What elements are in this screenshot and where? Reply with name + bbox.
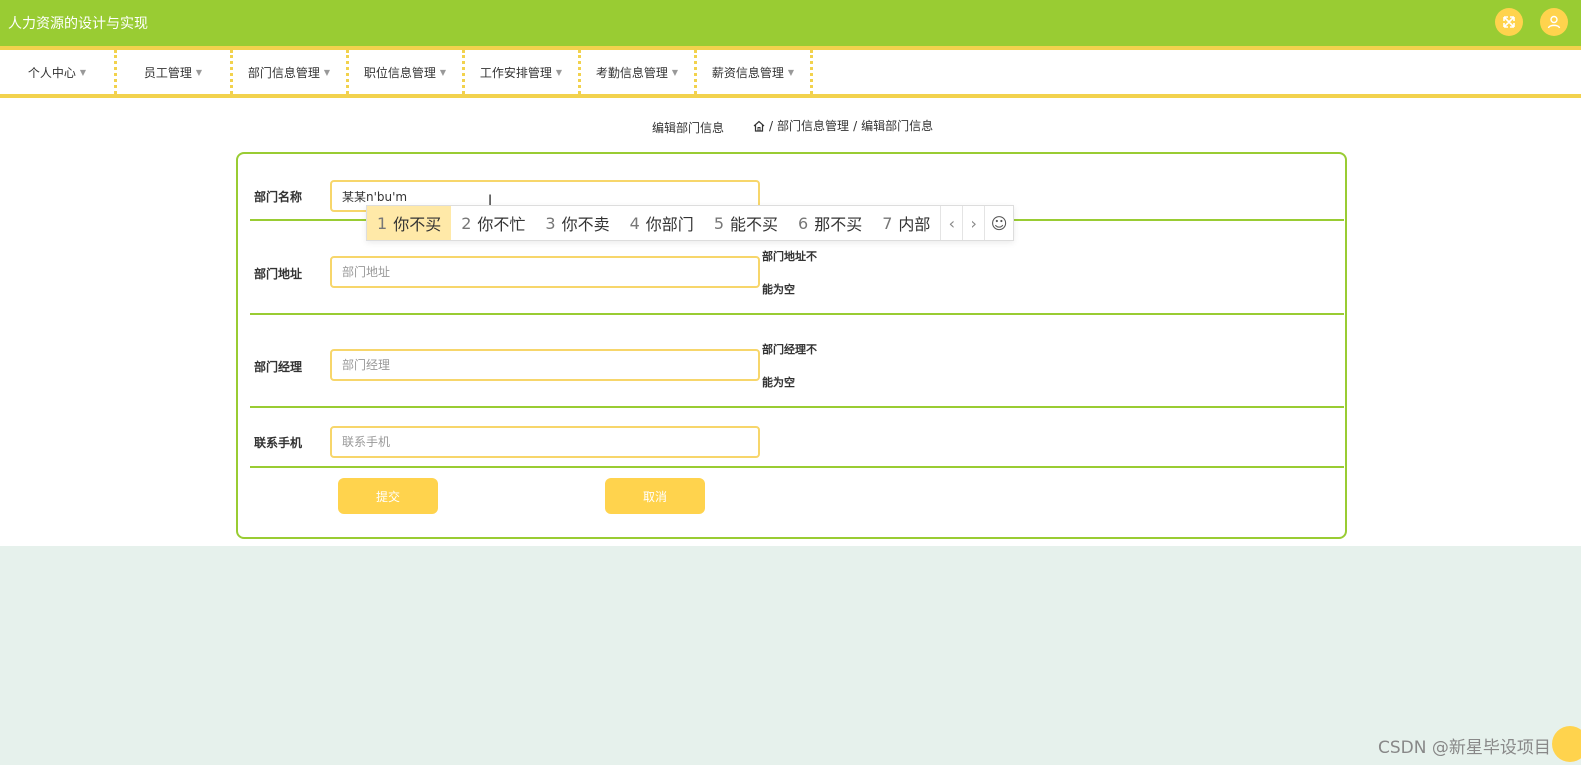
floating-button[interactable] bbox=[1552, 726, 1581, 762]
breadcrumb-item-department[interactable]: 部门信息管理 bbox=[777, 117, 849, 134]
nav-item-employee[interactable]: 员工管理 ▼ bbox=[116, 50, 230, 94]
ime-candidate[interactable]: 1 你不买 bbox=[367, 206, 452, 240]
chevron-down-icon: ▼ bbox=[439, 67, 447, 77]
chevron-down-icon: ▼ bbox=[555, 67, 563, 77]
field-label-dept-name: 部门名称 bbox=[254, 190, 303, 204]
nav-item-label: 个人中心 bbox=[27, 65, 76, 80]
phone-input[interactable] bbox=[330, 426, 760, 458]
chevron-down-icon: ▼ bbox=[195, 67, 203, 77]
field-label-dept-manager: 部门经理 bbox=[254, 360, 303, 374]
dept-manager-error: 部门经理不 bbox=[762, 343, 817, 356]
nav-item-label: 工作安排管理 bbox=[479, 65, 552, 80]
submit-button[interactable]: 提交 bbox=[338, 478, 438, 514]
app-title: 人力资源的设计与实现 bbox=[8, 16, 148, 32]
ime-next-icon[interactable]: › bbox=[962, 206, 984, 240]
nav-item-attendance[interactable]: 考勤信息管理 ▼ bbox=[580, 50, 694, 94]
dept-manager-input[interactable] bbox=[330, 349, 760, 381]
field-label-dept-address: 部门地址 bbox=[254, 267, 303, 281]
user-icon[interactable] bbox=[1540, 8, 1568, 36]
nav-item-department[interactable]: 部门信息管理 ▼ bbox=[232, 50, 346, 94]
field-label-phone: 联系手机 bbox=[254, 436, 303, 450]
ime-candidate[interactable]: 4 你部门 bbox=[620, 206, 704, 240]
field-divider bbox=[250, 406, 1344, 408]
nav-item-work-schedule[interactable]: 工作安排管理 ▼ bbox=[464, 50, 578, 94]
nav-item-personal-center[interactable]: 个人中心 ▼ bbox=[0, 50, 114, 94]
breadcrumb: / 部门信息管理 / 编辑部门信息 bbox=[753, 117, 933, 134]
watermark: CSDN @新星毕设项目 bbox=[1378, 738, 1551, 758]
breadcrumb-item-edit: 编辑部门信息 bbox=[861, 119, 934, 133]
fullscreen-icon[interactable] bbox=[1495, 8, 1523, 36]
nav-item-label: 考勤信息管理 bbox=[595, 65, 668, 80]
nav-divider bbox=[810, 50, 813, 94]
ime-candidate-bar: 1 你不买 2 你不忙 3 你不卖 4 你部门 5 能不买 6 那不买 7 内部 ‹ › ☺ bbox=[366, 205, 1014, 241]
emoji-icon[interactable]: ☺ bbox=[984, 206, 1013, 240]
ime-candidate[interactable]: 7 内部 bbox=[872, 206, 940, 240]
chevron-down-icon: ▼ bbox=[79, 67, 87, 77]
dept-address-error: 部门地址不 bbox=[762, 250, 817, 263]
nav-item-salary[interactable]: 薪资信息管理 ▼ bbox=[696, 50, 810, 94]
nav-item-label: 薪资信息管理 bbox=[711, 65, 784, 80]
chevron-down-icon: ▼ bbox=[671, 67, 679, 77]
page-title: 编辑部门信息 bbox=[652, 121, 725, 135]
chevron-down-icon: ▼ bbox=[323, 67, 331, 77]
dept-manager-error-cont: 能为空 bbox=[762, 376, 795, 389]
nav-item-label: 职位信息管理 bbox=[363, 65, 436, 80]
main-nav: 个人中心 ▼ 员工管理 ▼ 部门信息管理 ▼ 职位信息管理 ▼ 工作安排管理 ▼ 考勤信息… bbox=[0, 50, 1581, 94]
ime-candidate[interactable]: 6 那不买 bbox=[788, 206, 872, 240]
nav-item-label: 员工管理 bbox=[143, 65, 192, 80]
ime-prev-icon[interactable]: ‹ bbox=[940, 206, 962, 240]
dept-address-error-cont: 能为空 bbox=[762, 283, 795, 296]
ime-candidate[interactable]: 3 你不卖 bbox=[535, 206, 619, 240]
nav-item-label: 部门信息管理 bbox=[247, 65, 320, 80]
cancel-button[interactable]: 取消 bbox=[605, 478, 705, 514]
top-bar: 人力资源的设计与实现 bbox=[0, 0, 1581, 46]
field-divider bbox=[250, 466, 1344, 468]
ime-candidate[interactable]: 2 你不忙 bbox=[451, 206, 535, 240]
breadcrumb-separator: / bbox=[853, 118, 858, 133]
dept-address-input[interactable] bbox=[330, 256, 760, 288]
nav-item-position[interactable]: 职位信息管理 ▼ bbox=[348, 50, 462, 94]
ime-candidate[interactable]: 5 能不买 bbox=[704, 206, 788, 240]
home-icon[interactable] bbox=[753, 120, 765, 132]
chevron-down-icon: ▼ bbox=[787, 67, 795, 77]
field-divider bbox=[250, 313, 1344, 315]
breadcrumb-separator: / bbox=[769, 118, 774, 133]
